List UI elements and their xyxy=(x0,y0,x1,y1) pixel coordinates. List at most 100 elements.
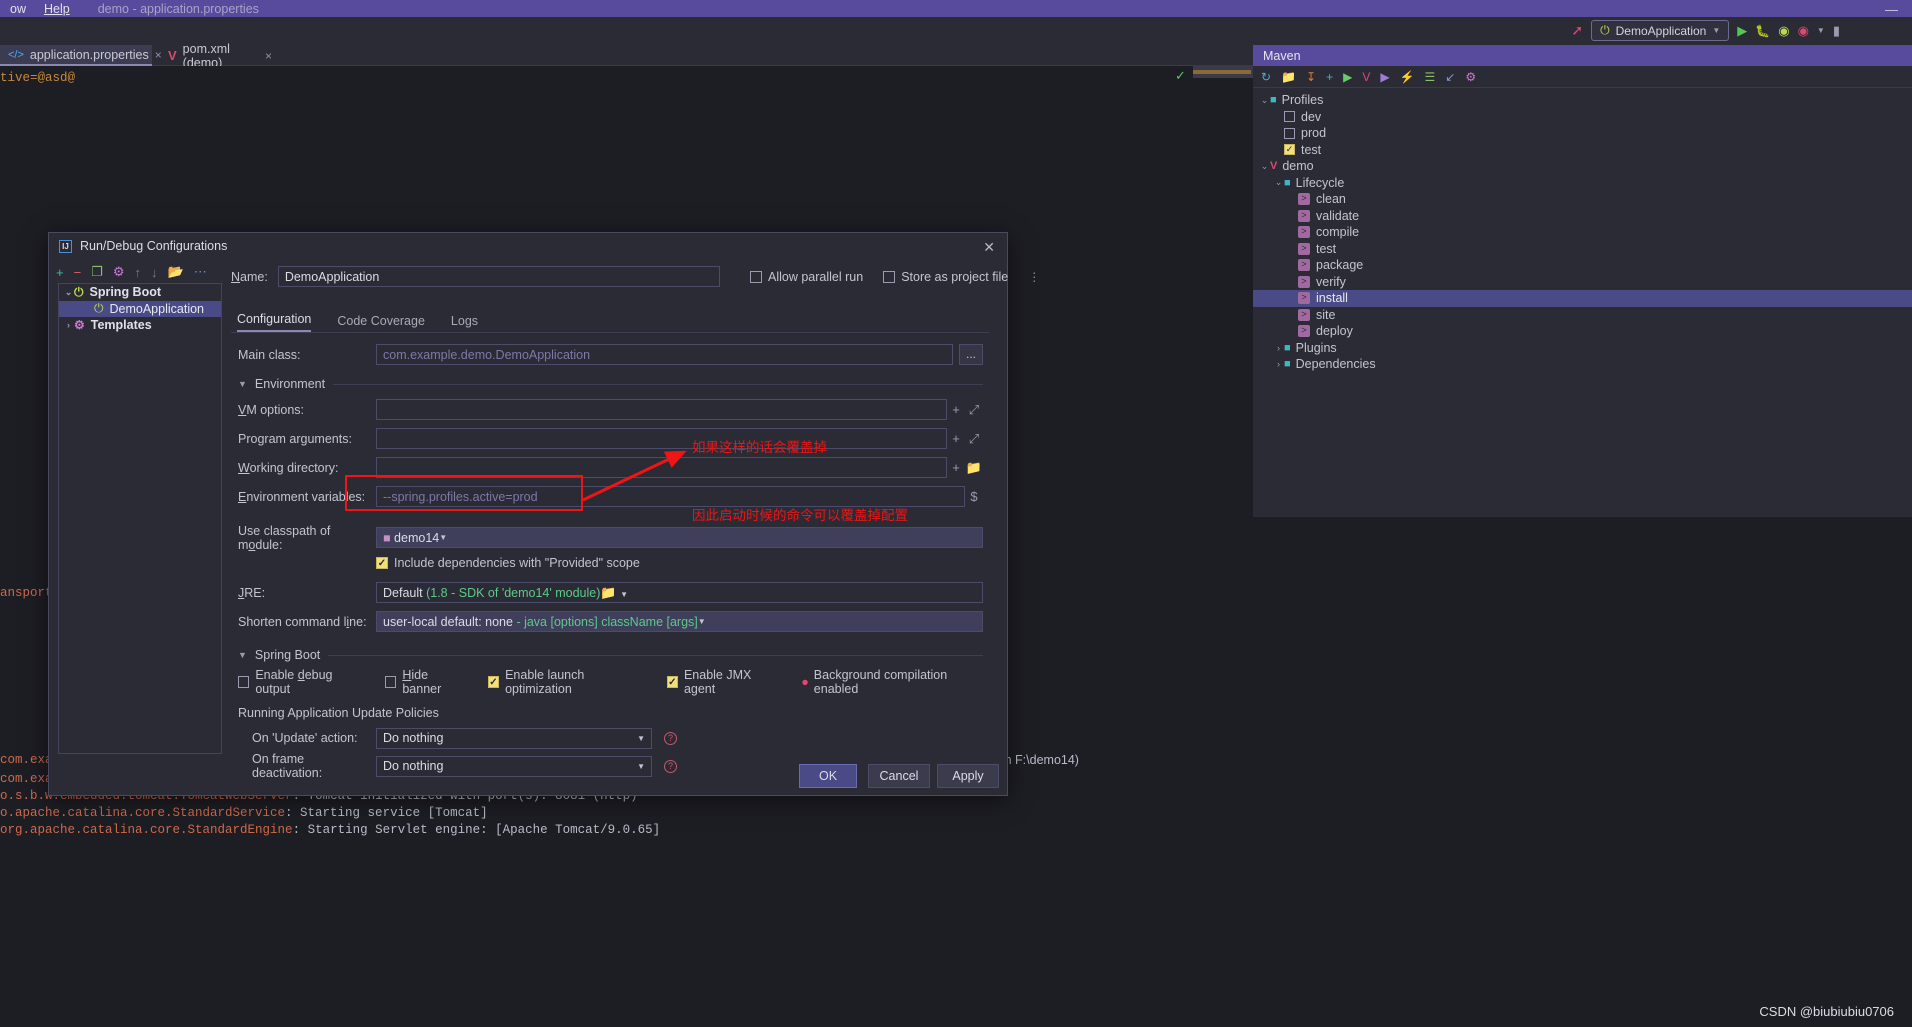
apply-button[interactable]: Apply xyxy=(937,764,999,788)
maven-tree-row[interactable]: >validate xyxy=(1253,208,1912,225)
program-arguments-input[interactable] xyxy=(376,428,947,449)
tab-configuration[interactable]: Configuration xyxy=(237,312,311,332)
checkbox-box[interactable] xyxy=(1284,111,1295,122)
working-directory-input[interactable] xyxy=(376,457,947,478)
tab-code-coverage[interactable]: Code Coverage xyxy=(337,314,425,332)
hide-banner-checkbox[interactable]: Hide banner xyxy=(385,668,466,696)
minimize-icon[interactable]: — xyxy=(1885,2,1898,17)
main-class-browse-button[interactable]: ... xyxy=(959,344,983,365)
environment-section-header[interactable]: ▼ Environment xyxy=(238,377,983,391)
expand-plus-icon[interactable]: + xyxy=(947,402,965,417)
vm-options-input[interactable] xyxy=(376,399,947,420)
main-class-input[interactable]: com.example.demo.DemoApplication xyxy=(376,344,953,365)
copy-icon[interactable]: ❐ xyxy=(91,264,103,280)
env-browse-icon[interactable]: $ xyxy=(965,489,983,504)
enable-debug-output-checkbox[interactable]: Enable debug output xyxy=(238,668,363,696)
chevron-right-icon[interactable]: › xyxy=(1273,359,1284,369)
reload-icon[interactable]: ↻ xyxy=(1261,70,1271,84)
include-provided-checkbox[interactable]: ✓ Include dependencies with "Provided" s… xyxy=(376,556,983,570)
shorten-command-line-select[interactable]: user-local default: none - java [options… xyxy=(376,611,983,632)
chevron-down-icon[interactable]: ⌄ xyxy=(1273,177,1284,188)
maven-tree-row[interactable]: ›■Plugins xyxy=(1253,340,1912,357)
jre-select[interactable]: Default (1.8 - SDK of 'demo14' module) 📁… xyxy=(376,582,983,603)
spring-boot-section-header[interactable]: ▼ Spring Boot xyxy=(238,648,983,662)
chevron-down-icon[interactable]: ⌄ xyxy=(63,287,74,298)
maven-tree-row[interactable]: ✓test xyxy=(1253,142,1912,159)
ok-button[interactable]: OK xyxy=(799,764,857,788)
chevron-down-icon[interactable]: ▼ xyxy=(1817,26,1825,35)
add-icon[interactable]: + xyxy=(56,265,64,280)
config-tree-row[interactable]: ›⚙Templates xyxy=(59,317,221,334)
add-icon[interactable]: + xyxy=(1326,70,1333,84)
debug-icon[interactable]: 🐛 xyxy=(1755,24,1770,38)
more-options-icon[interactable]: ⋮ xyxy=(1028,270,1040,284)
folder-add-icon[interactable]: 📁 xyxy=(1281,70,1296,84)
offline-icon[interactable]: ⚡ xyxy=(1400,70,1415,84)
checkbox-box[interactable] xyxy=(1284,128,1295,139)
more-icon[interactable]: ⋯ xyxy=(194,264,207,280)
configuration-tree[interactable]: ⌄⏻Spring Boot⏻DemoApplication›⚙Templates xyxy=(58,283,222,754)
chevron-right-icon[interactable]: › xyxy=(1273,343,1284,353)
folder-icon[interactable]: 📁 xyxy=(600,585,616,600)
download-icon[interactable]: ↧ xyxy=(1306,70,1316,84)
run-icon[interactable]: ▶ xyxy=(1737,23,1747,39)
profiler-icon[interactable]: ◉ xyxy=(1798,23,1809,39)
maven-tree-row[interactable]: ⌄■Profiles xyxy=(1253,92,1912,109)
tab-pom-xml[interactable]: V pom.xml (demo) × xyxy=(160,45,280,66)
help-icon[interactable]: ? xyxy=(664,732,677,745)
expand-plus-icon[interactable]: + xyxy=(947,431,965,446)
maven-tree-row[interactable]: >verify xyxy=(1253,274,1912,291)
chevron-down-icon[interactable]: ⌄ xyxy=(1259,161,1270,172)
more-toolbar-icon[interactable]: ▮ xyxy=(1833,23,1840,39)
maven-icon[interactable]: V xyxy=(1362,70,1370,84)
skip-tests-icon[interactable]: ▶ xyxy=(1380,70,1389,84)
maven-tree-row[interactable]: >deploy xyxy=(1253,323,1912,340)
maven-tree-row[interactable]: ⌄Vdemo xyxy=(1253,158,1912,175)
allow-parallel-run-checkbox[interactable]: Allow parallel run xyxy=(750,270,863,284)
tab-logs[interactable]: Logs xyxy=(451,314,478,332)
chevron-right-icon[interactable]: › xyxy=(63,320,74,330)
run-with-coverage-icon[interactable]: ◉ xyxy=(1778,23,1789,39)
maven-tree-row[interactable]: dev xyxy=(1253,109,1912,126)
expand-editor-icon[interactable]: ⤢ xyxy=(965,431,983,447)
menu-help[interactable]: Help xyxy=(44,2,70,16)
cancel-button[interactable]: Cancel xyxy=(868,764,930,788)
maven-tree-row[interactable]: >install xyxy=(1253,290,1912,307)
enable-launch-optimization-checkbox[interactable]: ✓ Enable launch optimization xyxy=(488,668,645,696)
maven-tree-row[interactable]: ›■Dependencies xyxy=(1253,356,1912,373)
maven-tree-row[interactable]: ⌄■Lifecycle xyxy=(1253,175,1912,192)
maven-tree-row[interactable]: prod xyxy=(1253,125,1912,142)
toggle-icon[interactable]: ☰ xyxy=(1425,70,1436,84)
tab-application-properties[interactable]: </> application.properties × xyxy=(0,45,152,66)
maven-tree-row[interactable]: >site xyxy=(1253,307,1912,324)
run-configuration-selector[interactable]: ⏻ DemoApplication ▼ xyxy=(1591,20,1729,41)
maven-tree-row[interactable]: >test xyxy=(1253,241,1912,258)
close-icon[interactable]: ✕ xyxy=(983,239,995,256)
gear-icon[interactable]: ⚙ xyxy=(113,264,125,280)
close-icon[interactable]: × xyxy=(265,49,272,63)
remove-icon[interactable]: − xyxy=(74,265,82,280)
run-icon[interactable]: ▶ xyxy=(1343,70,1352,84)
move-down-icon[interactable]: ↓ xyxy=(151,265,158,280)
menu-window[interactable]: ow xyxy=(10,2,26,16)
maven-tree-row[interactable]: >package xyxy=(1253,257,1912,274)
chevron-down-icon[interactable]: ⌄ xyxy=(1259,95,1270,106)
folder-icon[interactable]: 📂 xyxy=(168,264,184,280)
move-up-icon[interactable]: ↑ xyxy=(135,265,142,280)
expand-editor-icon[interactable]: ⤢ xyxy=(965,402,983,418)
config-tree-row[interactable]: ⌄⏻Spring Boot xyxy=(59,284,221,301)
arrow-branch-icon[interactable]: ➚ xyxy=(1571,22,1583,39)
name-input[interactable]: DemoApplication xyxy=(278,266,720,287)
config-tree-row[interactable]: ⏻DemoApplication xyxy=(59,301,221,318)
inspection-ok-icon[interactable]: ✓ xyxy=(1175,68,1186,84)
maven-tree-row[interactable]: >clean xyxy=(1253,191,1912,208)
collapse-icon[interactable]: ↙ xyxy=(1445,70,1455,84)
store-as-project-file-checkbox[interactable]: Store as project file xyxy=(883,270,1008,284)
folder-icon[interactable]: 📁 xyxy=(965,460,983,476)
enable-jmx-agent-checkbox[interactable]: ✓ Enable JMX agent xyxy=(667,668,780,696)
checkbox-box[interactable]: ✓ xyxy=(1284,144,1295,155)
settings-icon[interactable]: ⚙ xyxy=(1465,70,1476,84)
maven-tree[interactable]: ⌄■Profilesdevprod✓test⌄Vdemo⌄■Lifecycle>… xyxy=(1253,88,1912,517)
expand-plus-icon[interactable]: + xyxy=(947,460,965,475)
on-update-action-select[interactable]: Do nothing ▼ xyxy=(376,728,652,749)
